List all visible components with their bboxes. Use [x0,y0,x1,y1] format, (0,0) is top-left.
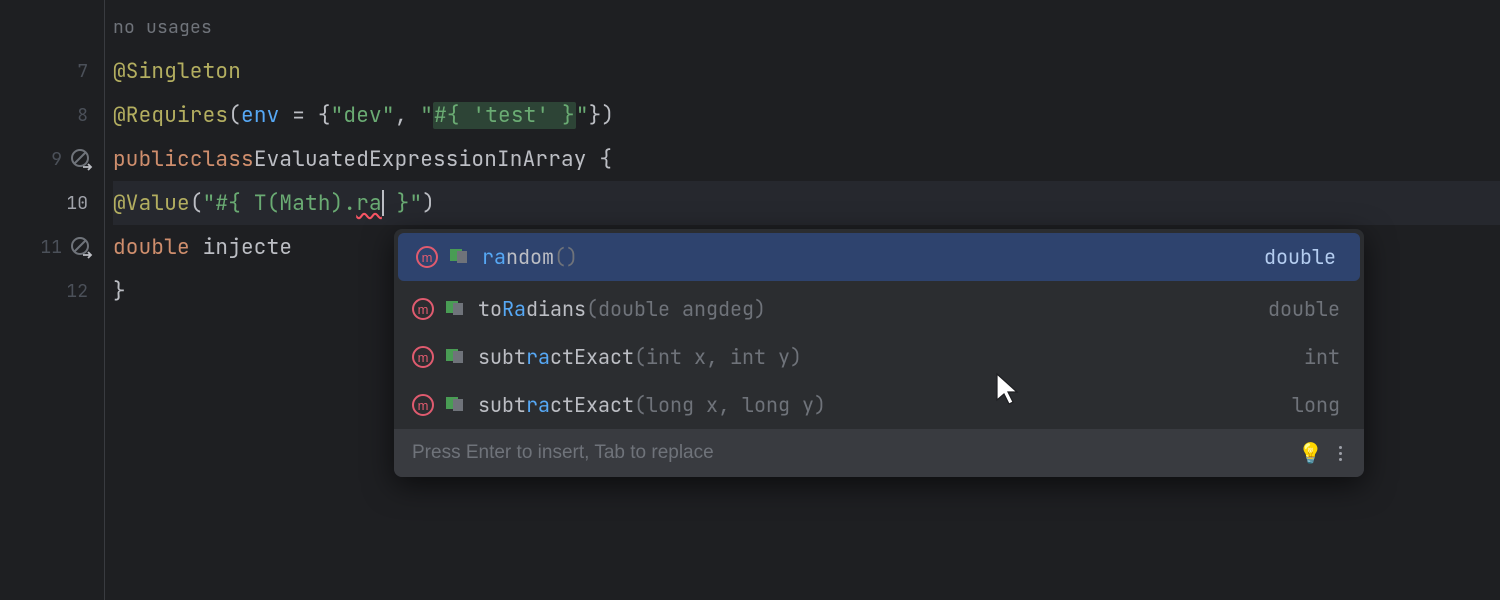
line-number: 10 [66,192,88,215]
gutter-row: 11 [0,225,104,269]
line-number: 12 [66,280,88,303]
code-line: @Requires(env = {"dev", "#{ 'test' }"}) [113,93,1500,137]
code-line: public class EvaluatedExpressionInArray … [113,137,1500,181]
gutter: 7 8 9 10 11 12 [0,0,105,600]
completion-label: toRadians(double angdeg) [478,296,1256,322]
gutter-row: 7 [0,49,104,93]
gutter-row: 12 [0,269,104,313]
completion-popup[interactable]: m random() double m toRadians(double angdeg)… [394,229,1364,477]
completion-footer: Press Enter to insert, Tab to replace 💡 [394,429,1364,477]
completion-item[interactable]: m toRadians(double angdeg) double [394,285,1364,333]
line-number: 9 [51,148,62,171]
gutter-row [0,5,104,49]
completion-item[interactable]: m subtractExact(int x, int y) int [394,333,1364,381]
visibility-icon [446,349,466,365]
completion-hint: Press Enter to insert, Tab to replace [412,442,1286,464]
inspection-icon[interactable] [68,146,94,172]
return-type: int [1304,344,1340,370]
completion-label: subtractExact(long x, long y) [478,392,1280,418]
method-icon: m [416,246,438,268]
gutter-row: 10 [0,181,104,225]
method-icon: m [412,298,434,320]
usages-hint[interactable]: no usages [113,16,212,39]
return-type: double [1264,244,1336,270]
gutter-row: 9 [0,137,104,181]
code-line: @Singleton [113,49,1500,93]
more-icon[interactable] [1335,446,1346,461]
bulb-icon[interactable]: 💡 [1298,440,1323,466]
completion-item[interactable]: m subtractExact(long x, long y) long [394,381,1364,429]
visibility-icon [450,249,470,265]
visibility-icon [446,301,466,317]
inspection-icon[interactable] [68,234,94,260]
return-type: double [1268,296,1340,322]
completion-label: random() [482,244,1252,270]
visibility-icon [446,397,466,413]
line-number: 8 [77,104,88,127]
method-icon: m [412,394,434,416]
completion-label: subtractExact(int x, int y) [478,344,1292,370]
gutter-row: 8 [0,93,104,137]
completion-item[interactable]: m random() double [398,233,1360,281]
code-line: no usages [113,5,1500,49]
line-number: 11 [40,236,62,259]
method-icon: m [412,346,434,368]
line-number: 7 [77,60,88,83]
return-type: long [1292,392,1340,418]
code-line: @Value("#{ T(Math).ra }") [113,181,1500,225]
